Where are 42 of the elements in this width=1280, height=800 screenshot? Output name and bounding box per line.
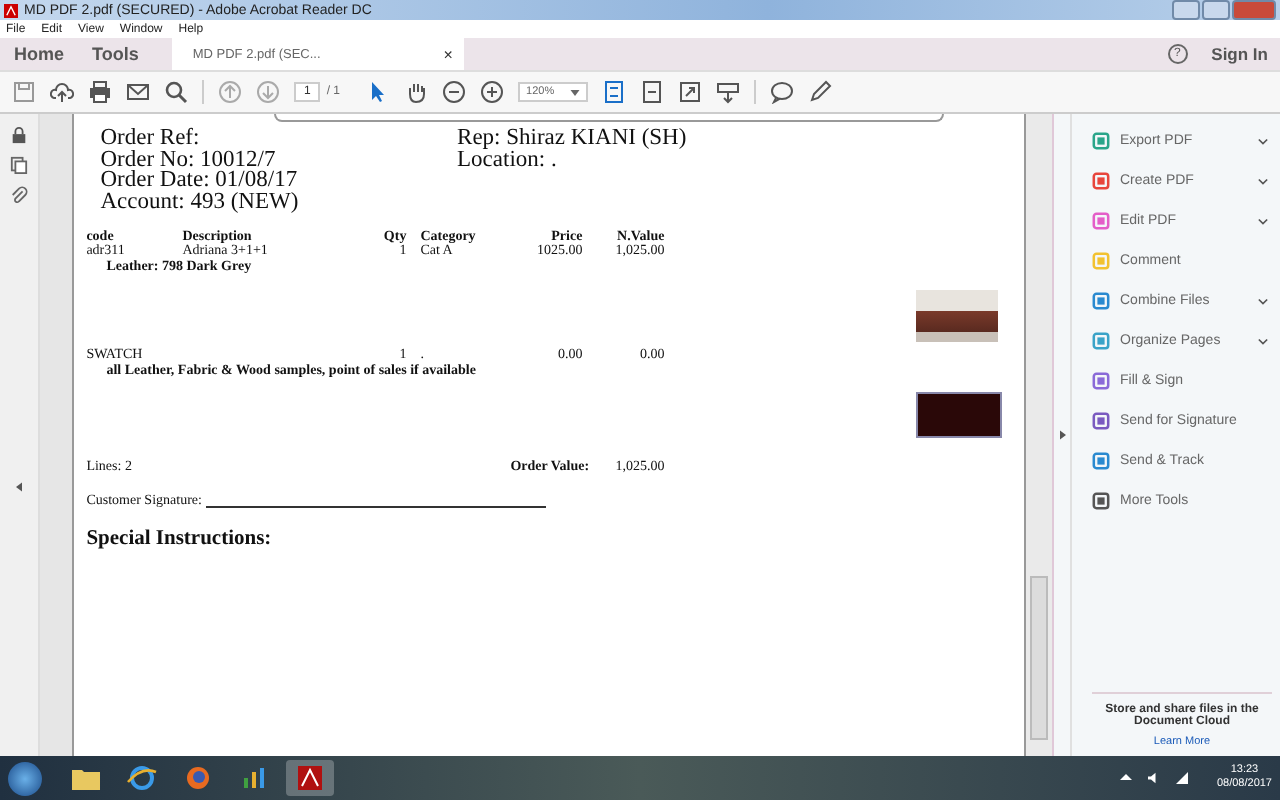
zoom-in-icon[interactable] — [480, 80, 505, 104]
cloud-upload-icon[interactable] — [50, 80, 74, 104]
lock-icon[interactable] — [10, 126, 29, 144]
special-instructions-heading: Special Instructions: — [86, 528, 274, 550]
full-screen-icon[interactable] — [678, 80, 703, 104]
photo-placeholder — [916, 290, 999, 342]
chevron-icon[interactable] — [1258, 337, 1268, 345]
expand-arrow-icon[interactable] — [16, 481, 23, 491]
order-detail: Rep: Shiraz KIANI (SH) — [457, 128, 687, 149]
start-button[interactable] — [8, 761, 42, 795]
fit-page-icon[interactable] — [602, 80, 627, 104]
comment-icon[interactable] — [770, 80, 795, 104]
pen-icon[interactable] — [808, 80, 833, 104]
hand-icon[interactable] — [404, 80, 429, 104]
chevron-icon[interactable] — [1258, 177, 1268, 185]
collapse-arrow-icon[interactable] — [1059, 430, 1065, 440]
chevron-icon[interactable] — [1258, 297, 1268, 305]
speaker-icon[interactable] — [1148, 772, 1161, 784]
order-detail: Order Date: 01/08/17 — [100, 170, 300, 191]
print-icon[interactable] — [88, 80, 112, 104]
pages-icon[interactable] — [10, 156, 29, 174]
email-icon[interactable] — [126, 80, 150, 104]
tab-close-button[interactable]: × — [443, 45, 453, 63]
order-detail: Account: 493 (NEW) — [100, 191, 301, 212]
search-icon[interactable] — [164, 80, 188, 104]
zoom-out-icon[interactable] — [442, 80, 467, 104]
logo-placeholder — [916, 392, 1003, 438]
order-detail: Order Ref: — [100, 128, 202, 149]
caret-icon — [570, 89, 581, 95]
order-detail: Location: . — [457, 149, 559, 170]
nav-tab[interactable]: Tools — [78, 38, 153, 70]
signal-icon[interactable] — [1176, 772, 1189, 784]
chevron-icon[interactable] — [1258, 137, 1268, 145]
save-icon[interactable] — [12, 80, 36, 104]
scrollbar[interactable] — [1026, 114, 1052, 756]
chevron-icon[interactable] — [1258, 217, 1268, 225]
paperclip-icon[interactable] — [10, 186, 29, 204]
order-detail: Order No: 10012/7 — [100, 149, 276, 170]
nav-tab[interactable]: Home — [0, 38, 79, 70]
tray-arrow-icon[interactable] — [1120, 772, 1133, 784]
sign-in-link[interactable]: Sign In — [1211, 44, 1268, 64]
acrobat-taskbar-icon[interactable] — [286, 760, 334, 796]
